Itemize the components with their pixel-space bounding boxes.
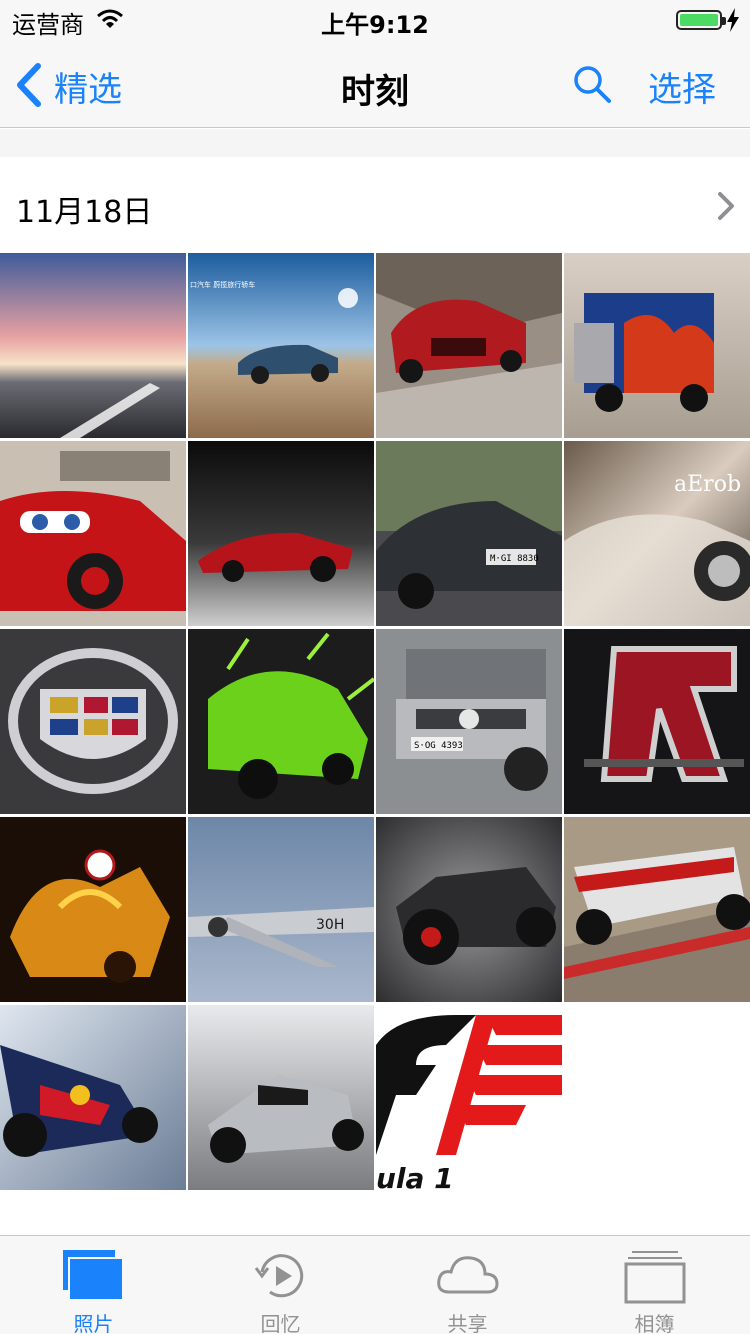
photo-image [0, 441, 186, 626]
tab-label: 相簿 [634, 1312, 675, 1334]
photo-thumbnail[interactable] [376, 253, 562, 438]
memories-icon [254, 1254, 304, 1298]
photo-caption: 30H [316, 917, 344, 933]
photo-thumbnail[interactable] [564, 629, 750, 814]
albums-icon [624, 1251, 686, 1304]
tab-memories[interactable]: 回忆 [187, 1236, 374, 1334]
photo-thumbnail[interactable]: ula 1 [376, 1005, 562, 1190]
photo-thumbnail[interactable] [376, 817, 562, 1002]
search-icon[interactable] [572, 64, 612, 104]
photo-image [188, 441, 374, 626]
photo-image [0, 1005, 186, 1190]
status-bar: 运营商 上午9:12 [0, 0, 750, 40]
charging-icon [727, 8, 739, 32]
photo-caption: 口汽车 蔚揽旅行轿车 [190, 280, 255, 289]
photo-thumbnail[interactable]: S·OG 4393 [376, 629, 562, 814]
photo-thumbnail[interactable] [0, 1005, 186, 1190]
tab-photos[interactable]: 照片 [0, 1236, 187, 1334]
chevron-right-icon [718, 192, 734, 220]
tab-label: 回忆 [260, 1312, 301, 1334]
photo-image: S·OG 4393 [376, 629, 562, 814]
photo-image [376, 253, 562, 438]
photo-caption: M·GI 8830 [490, 554, 539, 564]
photo-image [564, 817, 750, 1002]
photo-thumbnail[interactable]: 30H [188, 817, 374, 1002]
tab-bar: 照片 回忆 共享 相簿 [0, 1235, 750, 1334]
tab-albums[interactable]: 相簿 [561, 1236, 748, 1334]
photo-image [0, 253, 186, 438]
photo-thumbnail[interactable] [188, 441, 374, 626]
photo-thumbnail[interactable] [188, 629, 374, 814]
photo-caption: ula 1 [376, 1162, 454, 1190]
photo-thumbnail[interactable] [188, 1005, 374, 1190]
photo-image: ula 1 [376, 1005, 562, 1190]
photo-image [0, 817, 186, 1002]
photo-image: M·GI 8830 [376, 441, 562, 626]
page-title: 时刻 [341, 72, 409, 112]
photo-thumbnail[interactable]: aErob [564, 441, 750, 626]
navigation-bar: 精选 时刻 选择 [0, 40, 750, 128]
photo-thumbnail[interactable] [564, 817, 750, 1002]
photo-thumbnail[interactable] [564, 253, 750, 438]
photos-icon [63, 1250, 124, 1301]
clock: 上午9:12 [321, 11, 429, 39]
photo-image: 30H [188, 817, 374, 1002]
moment-date: 11月18日 [16, 195, 153, 230]
photo-thumbnail[interactable] [0, 629, 186, 814]
select-button[interactable]: 选择 [648, 62, 716, 111]
photo-caption: aErob [674, 472, 741, 497]
photo-image [376, 817, 562, 1002]
tab-label: 共享 [447, 1312, 488, 1334]
photo-image [564, 253, 750, 438]
photo-thumbnail[interactable]: 口汽车 蔚揽旅行轿车 [188, 253, 374, 438]
tab-label: 照片 [73, 1312, 114, 1334]
photo-image: aErob [564, 441, 750, 626]
moment-header[interactable]: 11月18日 [0, 157, 750, 253]
photo-thumbnail[interactable] [0, 817, 186, 1002]
battery-icon [676, 10, 726, 30]
photo-thumbnail[interactable] [0, 441, 186, 626]
cloud-icon [437, 1256, 499, 1294]
photo-image [188, 629, 374, 814]
photo-caption: S·OG 4393 [414, 741, 463, 751]
photo-image [188, 1005, 374, 1190]
section-separator [0, 129, 750, 157]
photo-thumbnail[interactable]: M·GI 8830 [376, 441, 562, 626]
photo-image [0, 629, 186, 814]
photo-image: 口汽车 蔚揽旅行轿车 [188, 253, 374, 438]
photo-image [564, 629, 750, 814]
tab-shared[interactable]: 共享 [374, 1236, 561, 1334]
photo-thumbnail[interactable] [0, 253, 186, 438]
